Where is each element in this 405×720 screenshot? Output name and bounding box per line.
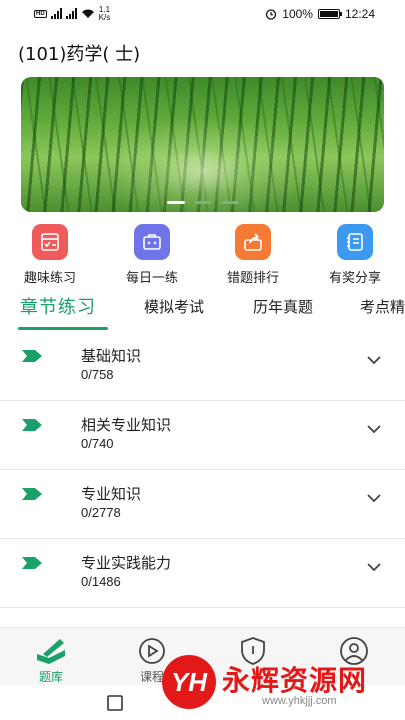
chapter-progress: 0/2778: [81, 505, 121, 520]
chapter-name: 专业知识: [81, 485, 142, 503]
nav-item-question-bank[interactable]: 题库: [16, 636, 86, 685]
chevron-down-icon[interactable]: [367, 494, 381, 503]
status-right: 100% 12:24: [265, 7, 375, 21]
chapter-item[interactable]: 专业知识 0/2778: [0, 470, 405, 539]
chapter-item[interactable]: 相关专业知识 0/740: [0, 401, 405, 470]
quick-action-daily-practice[interactable]: 每日一练: [107, 224, 197, 286]
watermark: YH 永辉资源网 www.yhkjjj.com: [162, 655, 402, 713]
watermark-logo: YH: [162, 655, 216, 709]
chapter-name: 相关专业知识: [81, 416, 172, 434]
chevron-down-icon[interactable]: [367, 563, 381, 572]
alarm-icon: [266, 8, 277, 20]
chapter-item[interactable]: 专业实践能力 0/1486: [0, 539, 405, 608]
briefcase-icon: [134, 224, 170, 260]
clock: 12:24: [344, 6, 375, 21]
quick-action-label: 错题排行: [226, 271, 279, 286]
quick-action-label: 有奖分享: [328, 271, 381, 286]
carousel-dot[interactable]: [193, 201, 212, 204]
notebook-icon: [337, 224, 373, 260]
battery-icon: [317, 8, 342, 19]
status-bar: HD 1.1 K/s 100% 12:24: [0, 0, 405, 27]
signal-icon: [65, 8, 77, 19]
tab-chapter-practice[interactable]: 章节练习: [20, 293, 96, 319]
category-tabs: 章节练习 模拟考试 历年真题 考点精: [0, 296, 405, 332]
chapter-name: 专业实践能力: [81, 554, 172, 572]
carousel-dot[interactable]: [220, 201, 239, 204]
page-title: (101)药学( 士): [18, 44, 141, 65]
chapter-progress: 0/740: [81, 436, 114, 451]
quick-action-fun-practice[interactable]: 趣味练习: [5, 224, 95, 286]
book-pen-icon: [37, 639, 65, 664]
quick-action-label: 每日一练: [125, 271, 178, 286]
tab-mock-exam[interactable]: 模拟考试: [144, 296, 204, 317]
chapter-flag-icon: [22, 557, 42, 569]
quick-action-label: 趣味练习: [23, 271, 76, 286]
chapter-flag-icon: [22, 488, 42, 500]
network-speed: 1.1 K/s: [98, 4, 111, 22]
chapter-flag-icon: [22, 350, 42, 362]
quick-actions: 趣味练习 每日一练 错题排行 有奖分享: [0, 224, 405, 288]
chevron-down-icon[interactable]: [367, 425, 381, 434]
chapter-progress: 0/1486: [81, 574, 121, 589]
watermark-text: 永辉资源网: [222, 664, 368, 697]
nav-label: 题库: [38, 670, 63, 684]
recent-apps-icon[interactable]: [107, 695, 123, 711]
battery-percent: 100%: [282, 6, 313, 21]
chapter-name: 基础知识: [81, 347, 142, 365]
banner-carousel[interactable]: [21, 77, 384, 212]
hd-badge: HD: [34, 9, 47, 18]
signal-icon: [50, 8, 62, 19]
chapter-item[interactable]: 基础知识 0/758: [0, 332, 405, 401]
carousel-indicators: [21, 201, 384, 204]
chapter-progress: 0/758: [81, 367, 114, 382]
checklist-icon: [32, 224, 68, 260]
quick-action-reward-share[interactable]: 有奖分享: [310, 224, 400, 286]
carousel-dot[interactable]: [166, 201, 185, 204]
chevron-down-icon[interactable]: [367, 356, 381, 365]
tab-past-exams[interactable]: 历年真题: [253, 296, 313, 317]
active-tab-indicator: [18, 327, 108, 330]
quick-action-wrong-ranking[interactable]: 错题排行: [208, 224, 298, 286]
app-screen: HD 1.1 K/s 100% 12:24 (101)药学( 士) 趣味练习 每…: [0, 0, 405, 720]
status-left: HD 1.1 K/s: [34, 4, 111, 22]
tab-key-points[interactable]: 考点精: [360, 296, 405, 317]
chapter-flag-icon: [22, 419, 42, 431]
chapter-list: 基础知识 0/758 相关专业知识 0/740 专业知识 0/2778 专业实践…: [0, 332, 405, 608]
share-box-icon: [235, 224, 271, 260]
wifi-icon: [81, 9, 94, 18]
watermark-url: www.yhkjjj.com: [262, 695, 337, 707]
